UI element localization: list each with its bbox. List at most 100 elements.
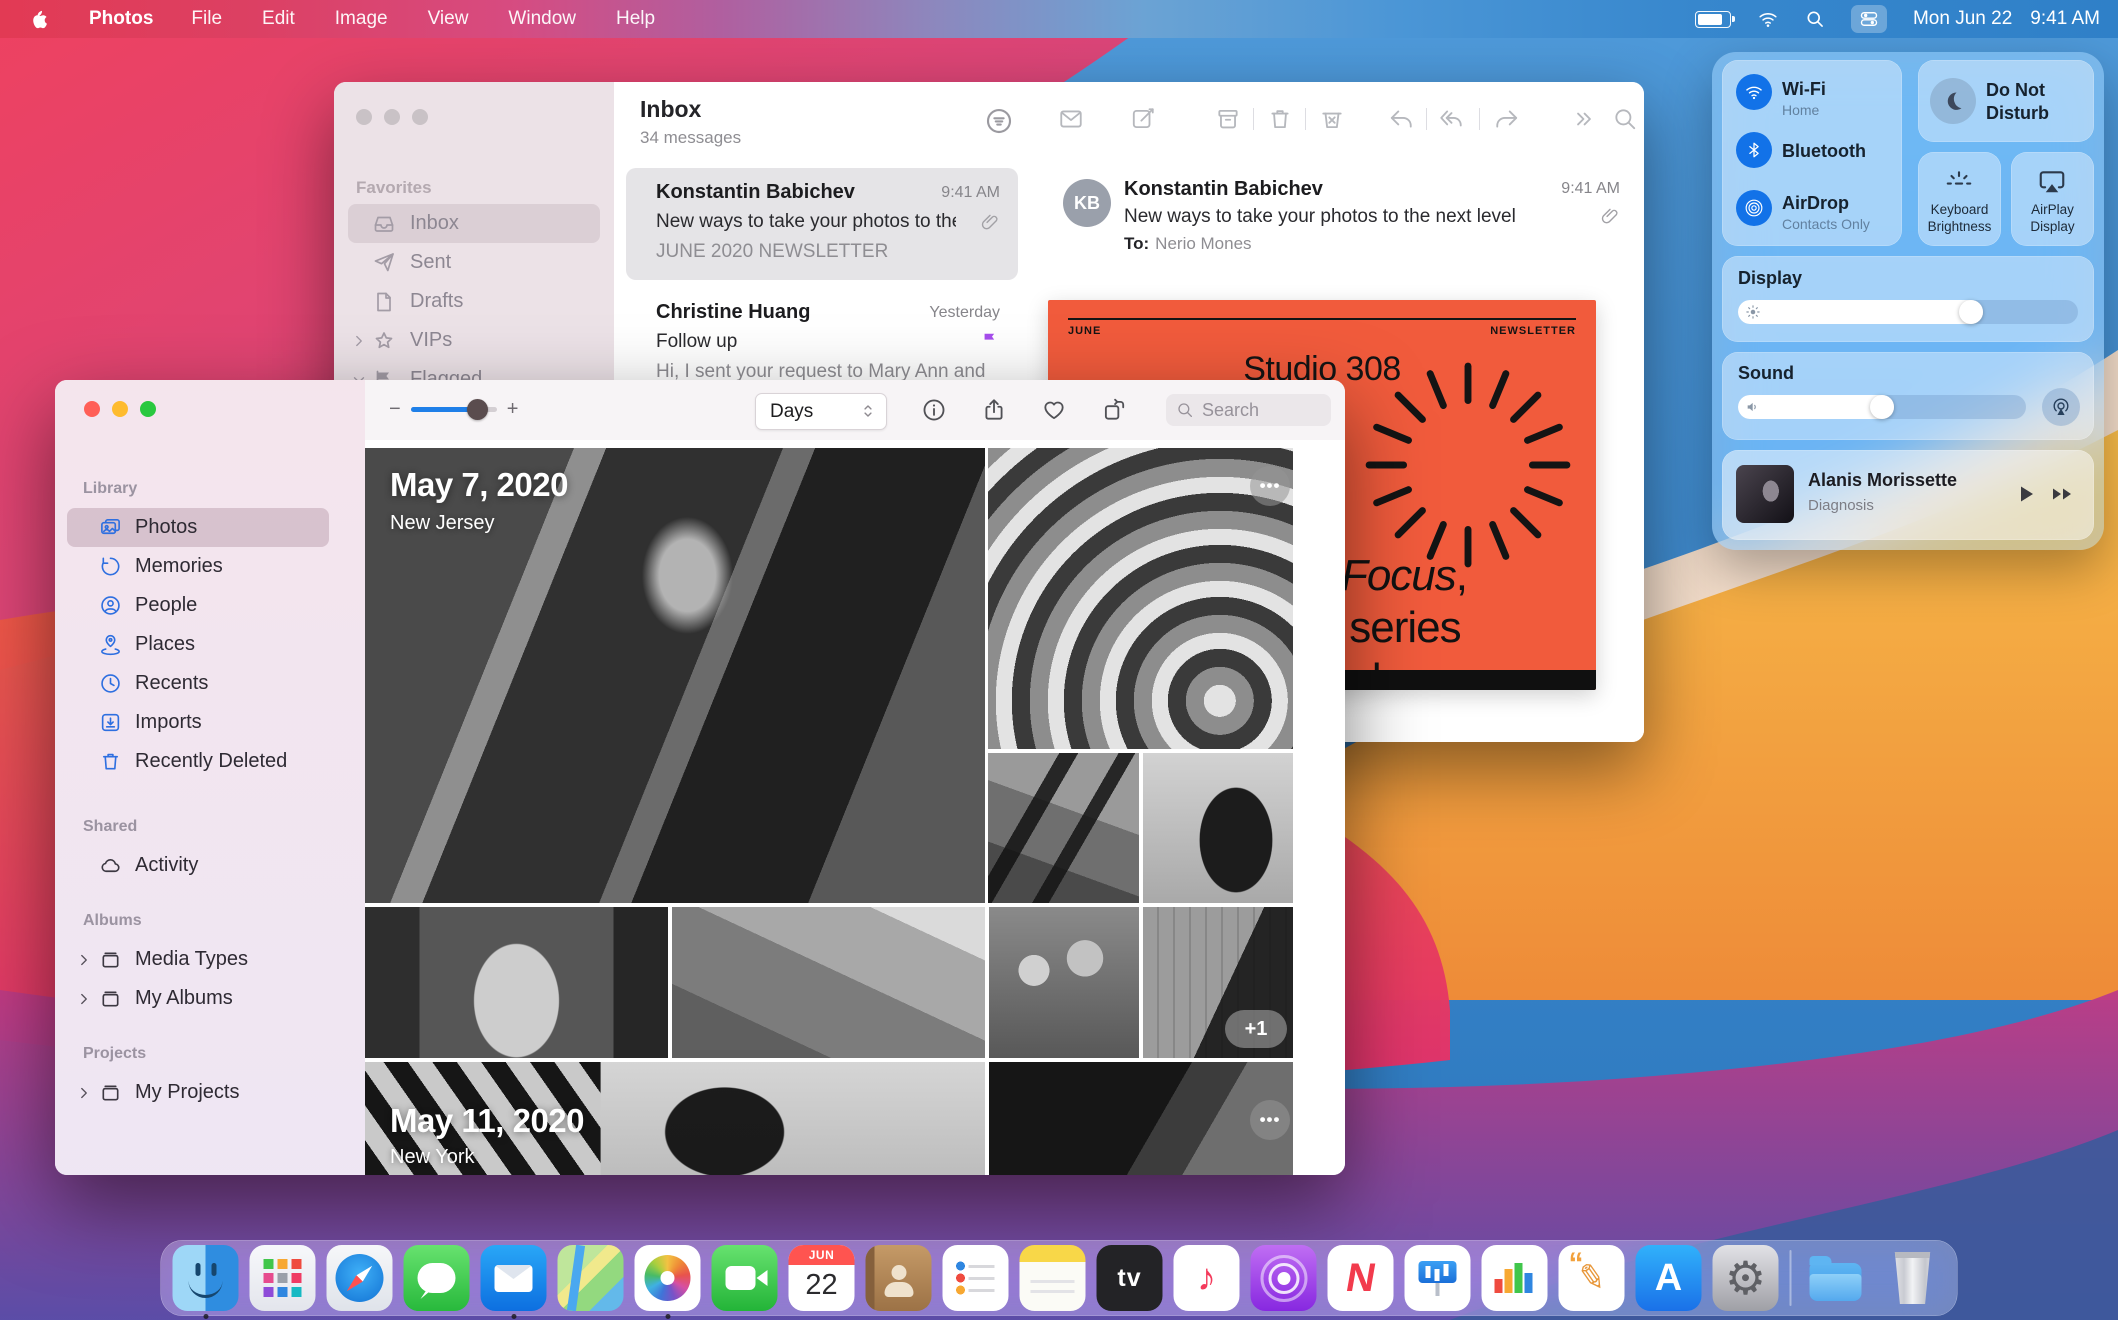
dock-icon-keynote[interactable] [1405,1245,1471,1311]
battery-icon[interactable] [1695,11,1731,28]
display-slider-knob[interactable] [1959,300,1983,324]
sidebar-item[interactable]: People [67,586,329,625]
archive-icon[interactable] [1215,106,1241,132]
close-button[interactable] [356,109,372,125]
mail-sidebar-item[interactable]: Sent [348,243,600,282]
display-brightness-slider[interactable] [1738,300,2078,324]
menu-app-name[interactable]: Photos [89,8,153,30]
wifi-menu-icon[interactable] [1757,8,1779,30]
dock-icon-photos[interactable] [635,1245,701,1311]
forward-icon[interactable] [1494,106,1520,132]
zoom-button[interactable] [140,401,156,417]
favorite-heart-icon[interactable] [1041,397,1067,423]
chevron-right-icon[interactable] [75,990,93,1008]
dock-icon-settings[interactable]: ⚙ [1713,1245,1779,1311]
sidebar-item[interactable]: My Projects [67,1073,329,1112]
dock-icon-tv[interactable]: tv [1097,1245,1163,1311]
dock-icon-contacts[interactable] [866,1245,932,1311]
mail-sidebar-item[interactable]: VIPs [348,321,600,360]
reply-all-icon[interactable] [1438,106,1464,132]
rotate-icon[interactable] [1101,397,1127,423]
album-art[interactable] [1736,465,1794,523]
zoom-in-label[interactable]: + [507,398,519,421]
sidebar-item[interactable]: Imports [67,703,329,742]
minimize-button[interactable] [384,109,400,125]
photo-thumbnail[interactable] [988,753,1139,903]
play-button[interactable] [2014,482,2038,506]
sidebar-item[interactable]: Places [67,625,329,664]
volume-slider[interactable] [1738,395,2026,419]
menu-item[interactable]: Help [616,8,655,30]
sidebar-item[interactable]: Photos [67,508,329,547]
photo-thumbnail[interactable] [989,1062,1293,1175]
dock-icon-appstore[interactable]: A [1636,1245,1702,1311]
dock-icon-finder[interactable] [173,1245,239,1311]
filter-icon[interactable] [984,106,1014,136]
apple-menu-icon[interactable] [30,9,51,30]
mail-search-icon[interactable] [1612,106,1638,132]
share-icon[interactable] [981,397,1007,423]
reply-icon[interactable] [1388,106,1414,132]
dock-icon-facetime[interactable] [712,1245,778,1311]
mail-sidebar-item[interactable]: Drafts [348,282,600,321]
airdrop-toggle[interactable] [1736,190,1772,226]
mail-sidebar-item[interactable]: Inbox [348,204,600,243]
get-mail-icon[interactable] [1058,106,1084,132]
wifi-toggle[interactable] [1736,74,1772,110]
dock-icon-maps[interactable] [558,1245,624,1311]
dock-icon-music[interactable]: ♪ [1174,1245,1240,1311]
sidebar-item[interactable]: Recently Deleted [67,742,329,781]
sidebar-item[interactable]: Recents [67,664,329,703]
dock-icon-safari[interactable] [327,1245,393,1311]
menu-item[interactable]: File [191,8,222,30]
photo-thumbnail[interactable] [1143,753,1293,903]
dock-icon-calendar[interactable]: JUN 22 [789,1245,855,1311]
zoom-button[interactable] [412,109,428,125]
sidebar-item[interactable]: Memories [67,547,329,586]
dock-icon-numbers[interactable] [1482,1245,1548,1311]
more-options-button[interactable]: ••• [1250,466,1290,506]
keyboard-brightness-card[interactable]: Keyboard Brightness [1918,152,2001,246]
dock-divider[interactable] [1790,1250,1792,1306]
photo-thumbnail[interactable] [672,907,985,1058]
more-toolbar-icon[interactable] [1571,106,1597,132]
minimize-button[interactable] [112,401,128,417]
spotlight-search-icon[interactable] [1805,9,1825,29]
dock-icon-messages[interactable] [404,1245,470,1311]
chevron-right-icon[interactable] [350,332,368,350]
airplay-audio-button[interactable] [2042,388,2080,426]
junk-icon[interactable] [1319,106,1345,132]
menubar-time[interactable]: 9:41 AM [2030,8,2100,30]
compose-icon[interactable] [1130,106,1156,132]
dock-icon-notes[interactable] [1020,1245,1086,1311]
delete-icon[interactable] [1267,106,1293,132]
more-options-button[interactable]: ••• [1250,1100,1290,1140]
volume-slider-knob[interactable] [1870,395,1894,419]
bluetooth-toggle[interactable] [1736,132,1772,168]
zoom-out-label[interactable]: − [389,398,401,421]
dock-icon-news[interactable]: N [1328,1245,1394,1311]
sidebar-item[interactable]: Activity [67,846,329,885]
dock-icon-podcasts[interactable] [1251,1245,1317,1311]
photo-thumbnail[interactable] [365,907,668,1058]
zoom-slider[interactable]: − + [389,398,518,421]
airplay-display-card[interactable]: AirPlay Display [2011,152,2094,246]
dnd-card[interactable]: Do Not Disturb [1918,60,2094,142]
search-input[interactable] [1200,399,1314,422]
menu-item[interactable]: Edit [262,8,295,30]
dock-icon-trash[interactable] [1880,1245,1946,1311]
dock-icon-launchpad[interactable] [250,1245,316,1311]
dock-icon-downloads[interactable] [1803,1245,1869,1311]
sidebar-item[interactable]: My Albums [67,979,329,1018]
more-photos-badge[interactable]: +1 [1225,1010,1287,1048]
info-icon[interactable] [921,397,947,423]
sidebar-item[interactable]: Media Types [67,940,329,979]
photo-thumbnail[interactable] [989,907,1139,1058]
photos-search-field[interactable] [1166,394,1331,426]
timeline-scale-select[interactable]: Days [755,393,887,430]
message-row-selected[interactable]: Konstantin Babichev 9:41 AM New ways to … [626,168,1018,280]
dock-icon-pages[interactable]: ✎ [1559,1245,1625,1311]
chevron-right-icon[interactable] [75,951,93,969]
dock-icon-reminders[interactable] [943,1245,1009,1311]
photo-thumbnail[interactable] [988,448,1293,749]
